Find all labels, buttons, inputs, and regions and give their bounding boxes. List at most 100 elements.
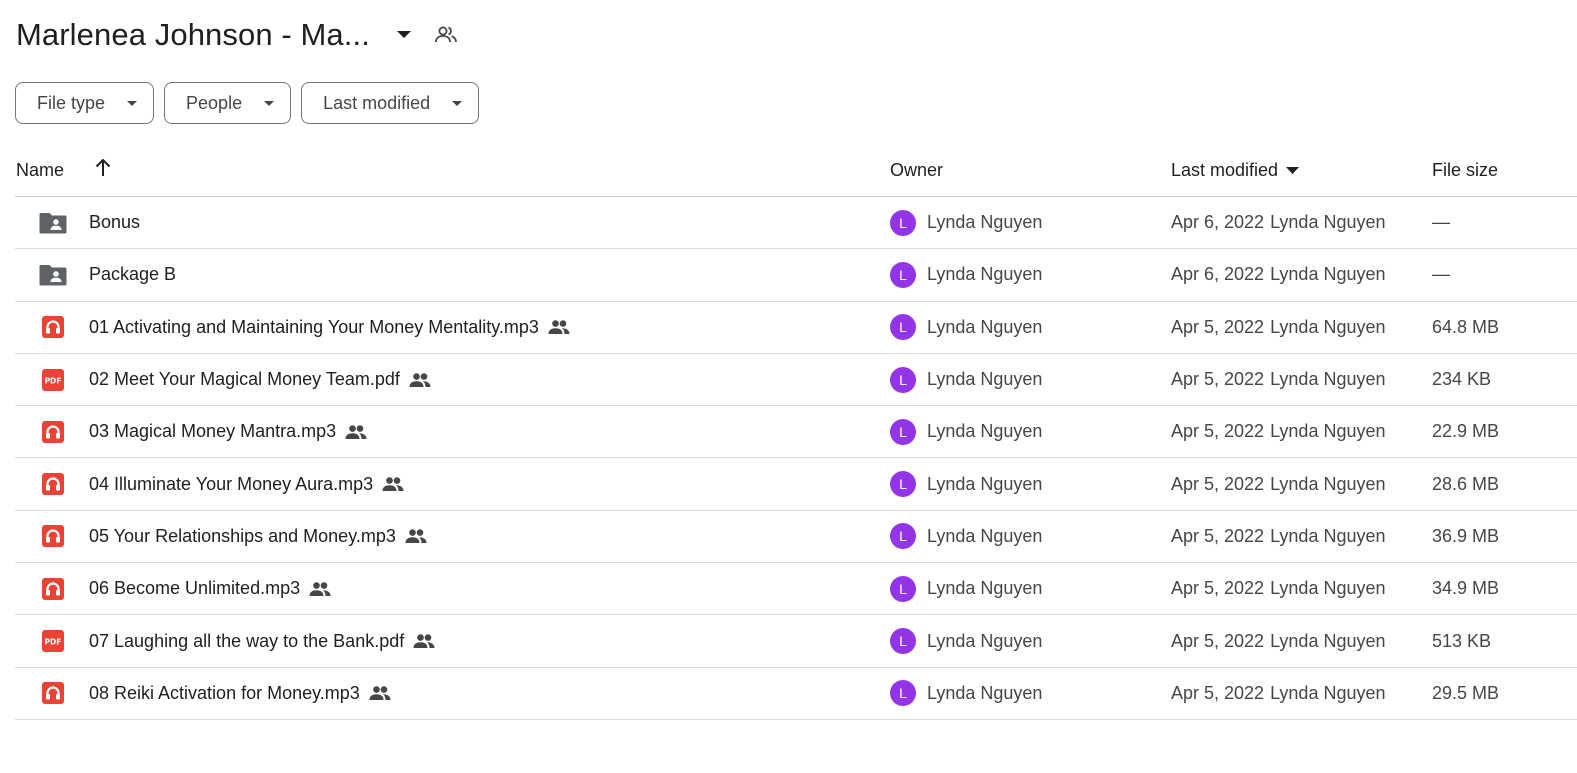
file-row[interactable]: 08 Reiki Activation for Money.mp3 L Lynd… [15,668,1577,720]
avatar: L [890,261,916,288]
people-outline-icon[interactable] [432,21,460,49]
avatar: L [890,209,916,236]
file-row[interactable]: 05 Your Relationships and Money.mp3 L Ly… [15,511,1577,564]
caret-down-icon [127,100,138,106]
avatar: L [890,471,916,498]
avatar: L [890,366,916,393]
column-header-owner[interactable]: Owner [890,160,943,181]
file-size: 513 KB [1432,630,1492,651]
column-header-file-size[interactable]: File size [1432,160,1498,181]
modified-by: Lynda Nguyen [1270,421,1386,442]
audio-file-icon [39,511,67,562]
owner-cell: L Lynda Nguyen [890,197,1042,248]
file-row[interactable]: 01 Activating and Maintaining Your Money… [15,302,1577,354]
owner-cell: L Lynda Nguyen [890,458,1042,509]
file-size: — [1432,264,1450,285]
last-modified-cell: Apr 5, 2022 Lynda Nguyen [1171,668,1386,719]
last-modified-cell: Apr 5, 2022 Lynda Nguyen [1171,511,1386,562]
file-size: 234 KB [1432,369,1492,390]
audio-file-icon [39,406,67,457]
owner-cell: L Lynda Nguyen [890,511,1042,562]
filter-people[interactable]: People [164,82,292,124]
modified-by: Lynda Nguyen [1270,682,1386,703]
file-name[interactable]: 05 Your Relationships and Money.mp3 [89,526,396,547]
owner-name: Lynda Nguyen [927,369,1043,390]
arrow-up-icon[interactable] [95,159,111,177]
people-icon [369,686,391,701]
file-name[interactable]: Package B [89,264,176,285]
filter-last-modified[interactable]: Last modified [301,82,480,124]
people-icon [409,372,431,387]
folder-title-bar: Marlenea Johnson - Ma... [16,12,460,58]
folder-title[interactable]: Marlenea Johnson - Ma... [16,17,370,53]
modified-date: Apr 5, 2022 [1171,682,1265,703]
file-size: 34.9 MB [1432,578,1500,599]
audio-file-icon [39,668,67,719]
file-size: 36.9 MB [1432,525,1500,546]
pdf-file-icon: PDF [39,615,67,666]
last-modified-cell: Apr 5, 2022 Lynda Nguyen [1171,354,1386,405]
file-row[interactable]: 06 Become Unlimited.mp3 L Lynda Nguyen A… [15,563,1577,616]
file-name[interactable]: 01 Activating and Maintaining Your Money… [89,317,539,338]
file-size: — [1432,212,1450,233]
last-modified-cell: Apr 5, 2022 Lynda Nguyen [1171,406,1386,457]
file-row[interactable]: PDF 07 Laughing all the way to the Bank.… [15,615,1577,668]
last-modified-cell: Apr 6, 2022 Lynda Nguyen [1171,197,1386,248]
owner-name: Lynda Nguyen [927,525,1043,546]
modified-date: Apr 5, 2022 [1171,525,1265,546]
avatar: L [890,523,916,550]
file-size: 22.9 MB [1432,421,1500,442]
modified-date: Apr 5, 2022 [1171,473,1265,494]
filter-label: Last modified [323,92,431,113]
modified-by: Lynda Nguyen [1270,369,1386,390]
owner-name: Lynda Nguyen [927,682,1043,703]
avatar: L [890,418,916,445]
file-size: 28.6 MB [1432,473,1500,494]
last-modified-cell: Apr 5, 2022 Lynda Nguyen [1171,615,1386,666]
owner-cell: L Lynda Nguyen [890,302,1042,353]
file-rows: Bonus L Lynda Nguyen Apr 6, 2022 Lynda N… [15,197,1577,720]
modified-date: Apr 5, 2022 [1171,316,1265,337]
audio-file-icon [39,302,67,353]
avatar: L [890,680,916,707]
modified-date: Apr 5, 2022 [1171,630,1265,651]
modified-date: Apr 5, 2022 [1171,421,1265,442]
file-name[interactable]: 08 Reiki Activation for Money.mp3 [89,683,360,704]
avatar: L [890,628,916,655]
filter-file-type[interactable]: File type [15,82,155,124]
file-name[interactable]: 03 Magical Money Mantra.mp3 [89,421,336,442]
caret-down-icon [1286,167,1300,174]
file-row[interactable]: PDF 02 Meet Your Magical Money Team.pdf … [15,354,1577,407]
owner-name: Lynda Nguyen [927,630,1043,651]
last-modified-cell: Apr 5, 2022 Lynda Nguyen [1171,458,1386,509]
file-size: 64.8 MB [1432,316,1500,337]
people-icon [309,582,331,596]
svg-text:PDF: PDF [45,376,62,385]
people-icon [345,425,367,439]
file-row[interactable]: Package B L Lynda Nguyen Apr 6, 2022 Lyn… [15,249,1577,302]
file-row[interactable]: 03 Magical Money Mantra.mp3 L Lynda Nguy… [15,406,1577,459]
last-modified-cell: Apr 5, 2022 Lynda Nguyen [1171,563,1386,614]
file-size: 29.5 MB [1432,682,1500,703]
last-modified-cell: Apr 5, 2022 Lynda Nguyen [1171,302,1386,353]
file-name[interactable]: 06 Become Unlimited.mp3 [89,578,300,599]
file-list-header: Name Owner Last modified File size [15,144,1577,197]
modified-date: Apr 5, 2022 [1171,578,1265,599]
column-header-last-modified[interactable]: Last modified [1171,160,1300,181]
avatar: L [890,314,916,341]
modified-by: Lynda Nguyen [1270,525,1386,546]
caret-down-icon[interactable] [392,23,416,47]
column-header-name[interactable]: Name [16,160,64,181]
file-name[interactable]: 02 Meet Your Magical Money Team.pdf [89,369,400,390]
owner-name: Lynda Nguyen [927,578,1043,599]
audio-file-icon [39,458,67,509]
filter-label: File type [37,92,106,113]
owner-cell: L Lynda Nguyen [890,563,1042,614]
modified-by: Lynda Nguyen [1270,212,1386,233]
file-row[interactable]: 04 Illuminate Your Money Aura.mp3 L Lynd… [15,458,1577,511]
pdf-file-icon: PDF [39,354,67,405]
file-row[interactable]: Bonus L Lynda Nguyen Apr 6, 2022 Lynda N… [15,197,1577,250]
file-name[interactable]: Bonus [89,212,140,233]
file-name[interactable]: 04 Illuminate Your Money Aura.mp3 [89,474,373,495]
file-name[interactable]: 07 Laughing all the way to the Bank.pdf [89,631,404,652]
